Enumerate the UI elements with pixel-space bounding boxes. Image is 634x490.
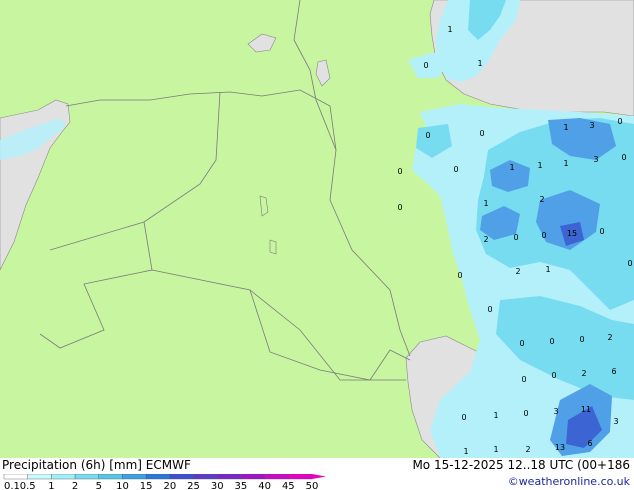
precip-value-label: 0 bbox=[617, 117, 622, 126]
precip-value-label: 0 bbox=[551, 371, 556, 380]
precipitation-map: 1100 01 3 00 0 1 1 1 3 00 1 22 0 0 15 00 2 1000 0 0 20 0 2 60 1 0… bbox=[0, 0, 634, 458]
precip-value-label: 0 bbox=[425, 131, 430, 140]
precip-value-label: 2 bbox=[525, 445, 530, 454]
run-info: Mo 15-12-2025 12..18 UTC (00+186 bbox=[412, 458, 630, 472]
legend-ticks: 0.1 0.5 1 2 5 10 15 20 25 30 35 40 45 50 bbox=[4, 481, 318, 490]
precip-value-label: 11 bbox=[581, 405, 591, 414]
legend-swatch bbox=[51, 474, 76, 480]
precip-value-label: 2 bbox=[483, 235, 488, 244]
precip-value-label: 0 bbox=[549, 337, 554, 346]
precip-value-label: 3 bbox=[589, 121, 594, 130]
legend-tick-label: 25 bbox=[187, 481, 200, 490]
precip-value-label: 0 bbox=[479, 129, 484, 138]
legend-swatch bbox=[169, 474, 194, 480]
precip-value-label: 0 bbox=[423, 61, 428, 70]
precip-value-label: 1 bbox=[537, 161, 542, 170]
legend-tick-label: 50 bbox=[306, 481, 319, 490]
precip-value-label: 1 bbox=[483, 199, 488, 208]
precip-value-label: 2 bbox=[581, 369, 586, 378]
legend-tick-label: 35 bbox=[235, 481, 248, 490]
precip-value-label: 3 bbox=[553, 407, 558, 416]
precip-value-label: 0 bbox=[397, 167, 402, 176]
legend-bar bbox=[3, 474, 326, 480]
legend-swatch bbox=[193, 474, 218, 480]
legend-swatch bbox=[288, 474, 313, 480]
legend-tick-label: 15 bbox=[140, 481, 153, 490]
precip-value-label: 15 bbox=[567, 229, 577, 238]
footer: Precipitation (6h) [mm] ECMWF Mo 15-12-2… bbox=[0, 458, 634, 490]
legend-tick-label: 45 bbox=[282, 481, 295, 490]
legend-swatch bbox=[240, 474, 265, 480]
precip-value-label: 1 bbox=[563, 159, 568, 168]
legend-tick-label: 40 bbox=[258, 481, 271, 490]
precip-value-label: 1 bbox=[545, 265, 550, 274]
precip-value-label: 1 bbox=[477, 59, 482, 68]
legend-swatch bbox=[74, 474, 99, 480]
legend-tick-label: 2 bbox=[72, 481, 78, 490]
precip-value-label: 0 bbox=[599, 227, 604, 236]
precip-value-label: 1 bbox=[493, 411, 498, 420]
legend-tick-label: 0.1 bbox=[4, 481, 20, 490]
legend-swatch bbox=[3, 474, 28, 480]
precip-value-label: 2 bbox=[539, 195, 544, 204]
legend-tick-label: 20 bbox=[163, 481, 176, 490]
precip-value-label: 1 bbox=[563, 123, 568, 132]
precip-value-label: 0 bbox=[621, 153, 626, 162]
precip-value-label: 3 bbox=[613, 417, 618, 426]
precip-value-label: 1 bbox=[509, 163, 514, 172]
precip-value-label: 0 bbox=[541, 231, 546, 240]
legend-swatch bbox=[264, 474, 289, 480]
legend-swatch bbox=[122, 474, 147, 480]
legend-swatch bbox=[27, 474, 52, 480]
credit-link[interactable]: ©weatheronline.co.uk bbox=[508, 475, 630, 488]
precip-value-label: 2 bbox=[607, 333, 612, 342]
legend-tick-label: 1 bbox=[48, 481, 54, 490]
legend-tick-label: 30 bbox=[211, 481, 224, 490]
precip-value-label: 0 bbox=[627, 259, 632, 268]
color-legend: 0.1 0.5 1 2 5 10 15 20 25 30 35 40 45 50 bbox=[3, 474, 326, 490]
precip-value-label: 0 bbox=[397, 203, 402, 212]
map-title: Precipitation (6h) [mm] ECMWF bbox=[2, 458, 191, 472]
precip-value-label: 0 bbox=[521, 375, 526, 384]
precip-value-label: 1 bbox=[463, 447, 468, 456]
precip-value-label: 1 bbox=[493, 445, 498, 454]
precip-value-label: 0 bbox=[487, 305, 492, 314]
legend-tick-label: 10 bbox=[116, 481, 129, 490]
precip-value-label: 6 bbox=[587, 439, 592, 448]
precip-value-label: 0 bbox=[579, 335, 584, 344]
precip-value-label: 0 bbox=[519, 339, 524, 348]
precip-value-label: 0 bbox=[453, 165, 458, 174]
precip-value-label: 0 bbox=[523, 409, 528, 418]
precip-value-label: 2 bbox=[515, 267, 520, 276]
legend-swatch bbox=[145, 474, 171, 480]
precip-value-label: 0 bbox=[457, 271, 462, 280]
legend-tick-label: 5 bbox=[96, 481, 102, 490]
precip-value-label: 13 bbox=[555, 443, 565, 452]
precip-value-label: 0 bbox=[461, 413, 466, 422]
precip-value-label: 1 bbox=[447, 25, 452, 34]
legend-tick-label: 0.5 bbox=[20, 481, 36, 490]
precip-value-label: 0 bbox=[513, 233, 518, 242]
precip-value-label: 3 bbox=[593, 155, 598, 164]
legend-swatch bbox=[98, 474, 123, 480]
legend-swatch bbox=[217, 474, 242, 480]
precip-value-label: 6 bbox=[611, 367, 616, 376]
legend-arrow bbox=[312, 474, 326, 479]
